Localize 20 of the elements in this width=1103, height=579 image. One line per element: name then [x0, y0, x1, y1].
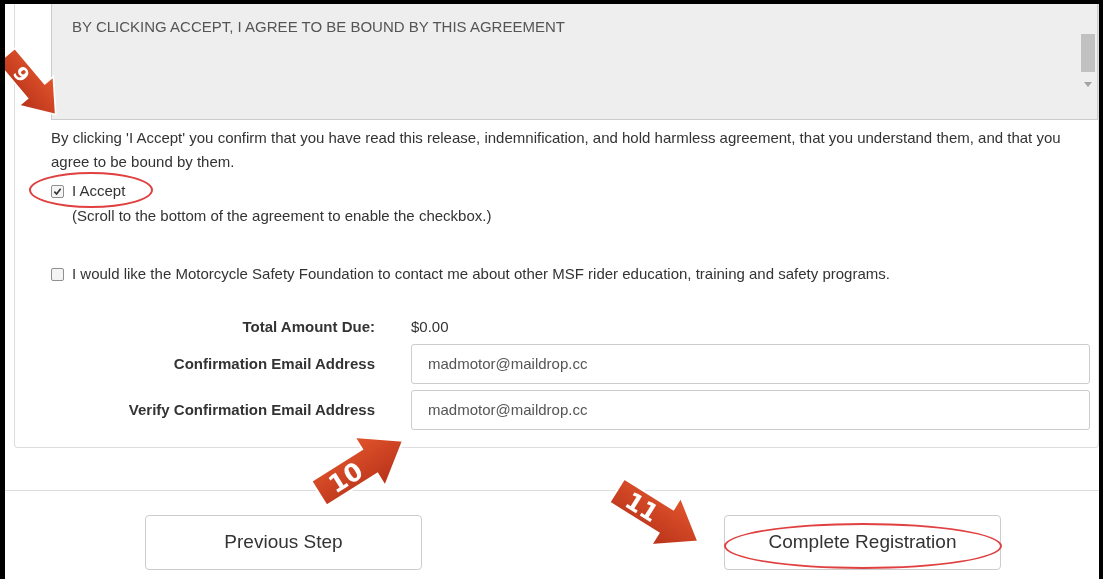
amount-value: $0.00 [411, 316, 450, 337]
nav-button[interactable]: Complete Registration [724, 515, 1001, 570]
step-number: 10 [323, 456, 368, 499]
email-field[interactable]: madmotor@maildrop.cc [411, 390, 1090, 430]
form-label: Total Amount Due: [241, 316, 375, 337]
checkbox[interactable] [51, 184, 64, 198]
step-number: 11 [620, 486, 664, 529]
email-field[interactable]: madmotor@maildrop.cc [411, 344, 1090, 384]
checkbox-label[interactable]: I would like the Motorcycle Safety Foundation to contact me about other MSF rider education, training and safety programs. [72, 263, 890, 286]
scroll-down-icon[interactable] [1084, 82, 1092, 87]
checkbox-hint: (Scroll to the bottom of the agreement to enable the checkbox.) [72, 205, 493, 226]
agreement-text-area[interactable]: BY CLICKING ACCEPT, I AGREE TO BE BOUND BY THIS AGREEMENT [51, 4, 1098, 120]
checkbox[interactable] [51, 267, 64, 281]
agreement-text: BY CLICKING ACCEPT, I AGREE TO BE BOUND BY THIS AGREEMENT [71, 17, 566, 37]
form-label: Verify Confirmation Email Address [127, 399, 375, 420]
form-label: Confirmation Email Address [172, 353, 375, 374]
nav-button[interactable]: Previous Step [145, 515, 422, 570]
checkbox-label[interactable]: I Accept [72, 180, 126, 203]
confirmation-text: By clicking 'I Accept' you confirm that you have read this release, indemnification, and hold harmless agreement, that you understand them, and that you agree to be bound by them. [51, 128, 1062, 172]
step-number: 9 [8, 61, 35, 87]
